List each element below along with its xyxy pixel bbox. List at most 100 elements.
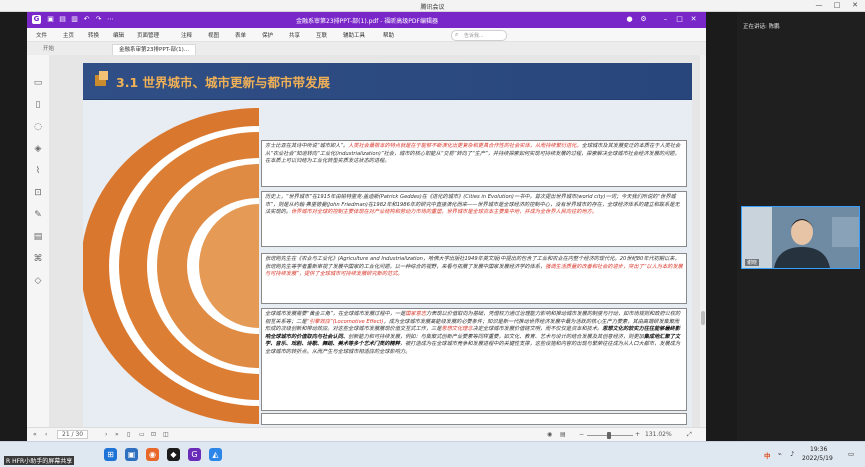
speaker-status: 正在讲话: 陈鹏 [743,24,780,30]
meeting-icon[interactable]: ◭ [209,448,222,461]
app-icon[interactable]: ▣ [125,448,138,461]
content-icon[interactable]: ▤ [32,231,44,243]
slide-page: 3.1 世界城市、城市更新与都市带发展 亦士比亚在其诗中所说“城市即人”。人类社… [83,63,692,427]
menu-bar: 文件 主页 转换 编辑 页面管理 注释 视图 表单 保护 共享 互联 辅助工具 … [27,28,706,42]
menu-share[interactable]: 共享 [289,31,300,39]
participant-video[interactable]: 谢晓 [741,206,860,269]
last-page-icon[interactable]: » [115,431,119,438]
account-icon[interactable]: ● [625,15,634,24]
text-segment: 世界城市对全球的控制主要体现在对产业结构和劳动力市场的重塑，世界城市是全球资本主… [290,209,598,216]
text-segment: 国家意志 [405,311,427,317]
menu-file[interactable]: 文件 [36,31,47,39]
text-box-3: 张培刚先生在《农业与工业化》(Agriculture and Industria… [261,253,687,304]
menu-form[interactable]: 表单 [235,31,246,39]
zoom-slider-knob[interactable] [607,432,611,439]
print-icon[interactable]: ▥ [70,15,79,24]
minimize-icon[interactable]: – [661,15,670,24]
tab-bar: 开始 金融系审第23排PPT-部(1)... [27,42,706,56]
continuous-page-icon[interactable]: ▭ [139,431,145,438]
more-icon[interactable]: ⋯ [106,15,115,24]
text-box-1: 亦士比亚在其诗中所说“城市即人”。人类社会最根本的特点就是在于能够不断演化出更复… [261,140,687,187]
scrollbar-thumb[interactable] [701,311,705,325]
prev-page-icon[interactable]: ‹ [45,431,47,438]
undo-icon[interactable]: ↶ [82,15,91,24]
reading-mode-icon[interactable]: ▤ [560,431,566,438]
search-input[interactable]: ⌕ 告诉我... [451,30,507,41]
text-segment: 人类社会最根本的特点就是在于能够不断演化出更复杂和更具合作性的社会实体，从而持续… [348,143,582,149]
pdf-editor-window: G ▣ ▤ ▥ ↶ ↷ ⋯ 金融系审第23排PPT-部(1).pdf - 福昕高… [27,12,706,442]
settings-icon[interactable]: ⚙ [639,15,648,24]
next-page-icon[interactable]: › [105,431,107,438]
page-thumbnail-icon[interactable]: ▯ [32,99,44,111]
single-page-icon[interactable]: ▯ [127,431,130,438]
menu-convert[interactable]: 转换 [88,31,99,39]
first-page-icon[interactable]: « [33,431,37,438]
slide-body: 亦士比亚在其诗中所说“城市即人”。人类社会最根本的特点就是在于能够不断演化出更复… [83,100,692,427]
meeting-titlebar: 腾讯会议 — □ ✕ [0,0,865,12]
fit-page-icon[interactable]: ⊡ [151,431,156,438]
menu-protect[interactable]: 保护 [262,31,273,39]
destination-icon[interactable]: ⌘ [32,253,44,265]
text-segment: 全球城市发展需要“黄金三角”，在全球城市发展过程中，一是 [265,311,406,317]
pdf-editor-icon[interactable]: G [188,448,201,461]
concentric-arc-graphic [83,108,260,424]
browser-icon[interactable]: ◉ [146,448,159,461]
vertical-scrollbar[interactable] [700,55,706,427]
screen-share-notice: R HFR小助手的屏幕共享 [4,456,75,465]
participant-name: 谢晓 [745,259,760,266]
app-logo-icon: G [32,15,41,24]
meeting-title: 腾讯会议 [420,4,445,11]
meeting-side-panel: 正在讲话: 陈鹏 谢晓 [737,12,865,441]
facing-page-icon[interactable]: ◫ [163,431,169,438]
zoom-level[interactable]: 131.02% [645,431,672,438]
app-icon[interactable]: ◆ [167,448,180,461]
notification-icon[interactable]: ▭ [848,450,854,458]
menu-home[interactable]: 主页 [63,31,74,39]
slide-title: 3.1 世界城市、城市更新与都市带发展 [116,75,330,90]
app-titlebar: G ▣ ▤ ▥ ↶ ↷ ⋯ 金融系审第23排PPT-部(1).pdf - 福昕高… [27,12,706,28]
signature-icon[interactable]: ✎ [32,209,44,221]
menu-accessibility[interactable]: 辅助工具 [343,31,365,39]
zoom-in-icon[interactable]: + [635,431,640,438]
maximize-icon[interactable]: □ [830,1,844,10]
status-bar: « ‹ 21 / 30 › » ▯ ▭ ⊡ ◫ ◉ ▤ − + 131.02% … [27,427,706,442]
zoom-out-icon[interactable]: − [579,431,584,438]
volume-icon[interactable]: ♪ [790,450,794,458]
search-placeholder: 告诉我... [464,33,484,39]
menu-edit[interactable]: 编辑 [113,31,124,39]
save-icon[interactable]: ▤ [58,15,67,24]
menu-view[interactable]: 视图 [208,31,219,39]
text-box-4: 全球城市发展需要“黄金三角”，在全球城市发展过程中，一是国家意志力表现以价值取向… [261,308,687,411]
view-mode-icon[interactable]: ◉ [547,431,552,438]
maximize-icon[interactable]: □ [675,15,684,24]
tab-start[interactable]: 开始 [37,44,60,55]
empty-row-box [261,413,687,425]
comment-icon[interactable]: ◌ [32,121,44,133]
tag-icon[interactable]: ◇ [32,275,44,287]
clock-time[interactable]: 19:36 [810,446,827,453]
menu-connect[interactable]: 互联 [316,31,327,39]
security-icon[interactable]: ⊡ [32,187,44,199]
text-segment: “引擎效应”(Locomotive Effect) [306,318,384,325]
fullscreen-icon[interactable]: ⤢ [687,431,692,439]
attachment-icon[interactable]: ⌇ [32,165,44,177]
text-segment: 亦士比亚在其诗中所说“城市即人”。 [265,143,349,149]
page-number-field[interactable]: 21 / 30 [57,430,89,439]
clock-date[interactable]: 2022/5/19 [802,455,833,462]
menu-help[interactable]: 帮助 [383,31,394,39]
bookmark-icon[interactable]: ▭ [32,77,44,89]
network-icon[interactable]: ⌁ [778,450,782,458]
redo-icon[interactable]: ↷ [94,15,103,24]
menu-comment[interactable]: 注释 [181,31,192,39]
minimize-icon[interactable]: — [812,1,826,10]
document-canvas[interactable]: 3.1 世界城市、城市更新与都市带发展 亦士比亚在其诗中所说“城市即人”。人类社… [49,55,700,427]
open-icon[interactable]: ▣ [46,15,55,24]
menu-page-manage[interactable]: 页面管理 [137,31,159,39]
layers-icon[interactable]: ◈ [32,143,44,155]
close-icon[interactable]: ✕ [848,1,862,10]
start-icon[interactable]: ⊞ [104,448,117,461]
text-segment: 思想文化理念 [441,326,473,333]
text-segment: 创新能力和可持续发展，例如：与集聚式创新产业要素等同样重要，如文化、教育、艺术与… [348,333,644,340]
input-method-icon[interactable]: 中 [764,450,771,460]
close-icon[interactable]: ✕ [689,15,698,24]
